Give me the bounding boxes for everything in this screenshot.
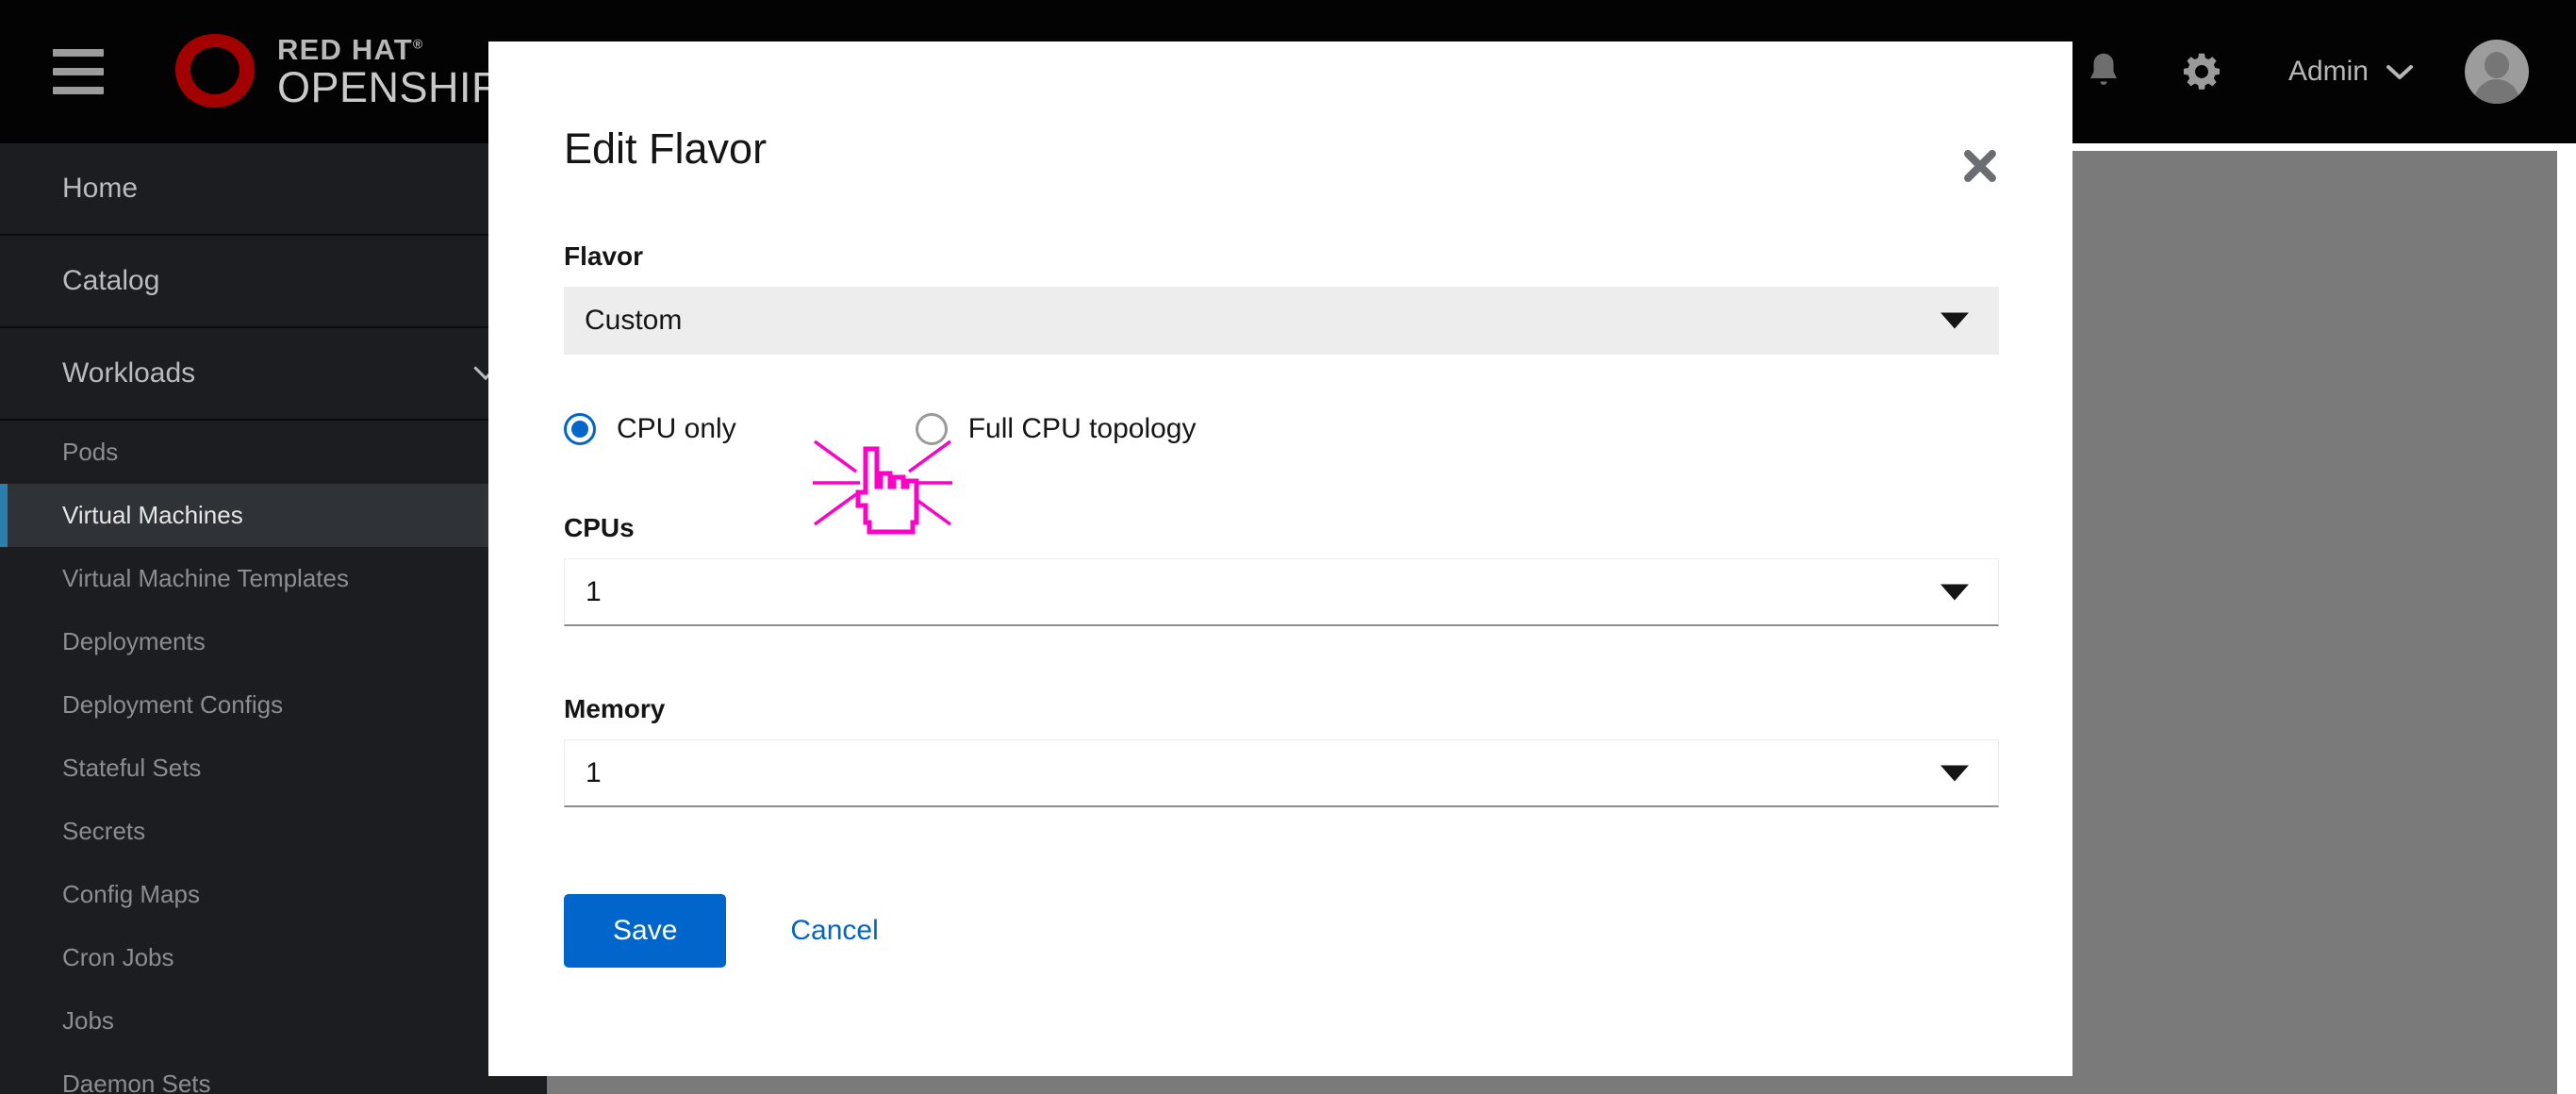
sidebar-item-stateful-sets[interactable]: Stateful Sets bbox=[0, 737, 547, 800]
memory-select-wrap: 1 bbox=[564, 739, 1999, 807]
avatar-head bbox=[2485, 52, 2509, 78]
avatar-body bbox=[2474, 79, 2519, 104]
chevron-down-icon bbox=[2386, 65, 2413, 79]
bell-glyph bbox=[2089, 53, 2117, 85]
masthead-toolbar: Admin bbox=[2055, 0, 2576, 143]
app-root: RED HAT® OPENSHIFT® Admin bbox=[0, 0, 2576, 1094]
sidebar-item-cron-jobs[interactable]: Cron Jobs bbox=[0, 926, 547, 989]
cancel-button[interactable]: Cancel bbox=[790, 915, 878, 947]
hamburger-bar bbox=[53, 49, 104, 57]
brand-redhat-text: RED HAT bbox=[277, 33, 413, 66]
modal-body: Flavor Custom CPU only Full CPU topology bbox=[488, 241, 2072, 968]
brand-logo[interactable]: RED HAT® OPENSHIFT® bbox=[168, 28, 535, 115]
radio-full-cpu-topology[interactable]: Full CPU topology bbox=[915, 413, 1197, 445]
cpus-select[interactable]: 1 bbox=[564, 558, 1999, 626]
gear-glyph bbox=[2183, 53, 2221, 90]
memory-select-value: 1 bbox=[586, 756, 602, 788]
brand-tm-redhat: ® bbox=[412, 36, 424, 52]
sidebar-item-virtual-machine-templates[interactable]: Virtual Machine Templates bbox=[0, 547, 547, 610]
sidebar-item-home[interactable]: Home bbox=[0, 143, 547, 236]
edit-flavor-modal: Edit Flavor Flavor Custom CPU only Full … bbox=[488, 41, 2072, 1076]
flavor-select-value: Custom bbox=[585, 305, 683, 336]
sidebar-item-deployment-configs[interactable]: Deployment Configs bbox=[0, 673, 547, 737]
hamburger-bar bbox=[53, 68, 104, 75]
page-title: Edit Flavor bbox=[564, 124, 768, 173]
sidebar-item-secrets[interactable]: Secrets bbox=[0, 800, 547, 863]
cpus-select-wrap: 1 bbox=[564, 558, 1999, 626]
radio-indicator-unchecked[interactable] bbox=[915, 413, 948, 445]
sidebar-item-label: Home bbox=[62, 173, 139, 204]
sidebar-item-label: Daemon Sets bbox=[62, 1069, 211, 1094]
memory-select[interactable]: 1 bbox=[564, 739, 1999, 807]
cpu-mode-radio-group: CPU only Full CPU topology bbox=[564, 413, 1997, 445]
sidebar-navigation: Home Catalog Workloads Pods Virtual Mach… bbox=[0, 143, 547, 1094]
sidebar-item-label: Catalog bbox=[62, 265, 160, 296]
sidebar-item-virtual-machines[interactable]: Virtual Machines bbox=[0, 484, 547, 547]
sidebar-item-label: Config Maps bbox=[62, 880, 200, 908]
modal-header: Edit Flavor bbox=[488, 41, 2072, 182]
sidebar-item-daemon-sets[interactable]: Daemon Sets bbox=[0, 1053, 547, 1094]
flavor-select[interactable]: Custom bbox=[564, 287, 1999, 355]
caret-down-icon bbox=[1940, 312, 1969, 329]
caret-down-icon bbox=[1940, 584, 1969, 601]
sidebar-item-label: Jobs bbox=[62, 1006, 114, 1035]
sidebar-item-label: Deployments bbox=[62, 627, 206, 655]
sidebar-item-label: Deployment Configs bbox=[62, 690, 284, 719]
close-glyph bbox=[1964, 150, 1996, 182]
user-menu-label: Admin bbox=[2287, 56, 2369, 87]
hamburger-bar bbox=[53, 87, 104, 94]
save-button[interactable]: Save bbox=[564, 894, 727, 968]
sidebar-item-catalog[interactable]: Catalog bbox=[0, 236, 547, 328]
red-hat-hat-icon bbox=[175, 34, 255, 108]
radio-label: CPU only bbox=[617, 413, 736, 444]
sidebar-item-label: Stateful Sets bbox=[62, 754, 202, 782]
caret-down-icon bbox=[1940, 765, 1969, 782]
sidebar-item-label: Workloads bbox=[62, 357, 196, 389]
flavor-select-wrap: Custom bbox=[564, 287, 1999, 355]
user-menu[interactable]: Admin bbox=[2251, 0, 2435, 143]
sidebar-item-label: Cron Jobs bbox=[62, 943, 174, 971]
sidebar-item-deployments[interactable]: Deployments bbox=[0, 610, 547, 673]
close-icon[interactable] bbox=[1954, 140, 2006, 192]
radio-cpu-only[interactable]: CPU only bbox=[564, 413, 736, 445]
radio-indicator-checked[interactable] bbox=[564, 413, 596, 445]
sidebar-item-jobs[interactable]: Jobs bbox=[0, 989, 547, 1053]
sidebar-item-label: Virtual Machine Templates bbox=[62, 564, 349, 592]
sidebar-item-label: Pods bbox=[62, 438, 119, 466]
hamburger-icon[interactable] bbox=[53, 49, 104, 94]
flavor-label: Flavor bbox=[564, 241, 644, 271]
sidebar-item-config-maps[interactable]: Config Maps bbox=[0, 863, 547, 926]
cpus-select-value: 1 bbox=[586, 575, 602, 607]
sidebar-item-workloads[interactable]: Workloads bbox=[0, 328, 547, 421]
modal-footer-actions: Save Cancel bbox=[564, 894, 1997, 968]
radio-label: Full CPU topology bbox=[967, 413, 1197, 444]
avatar[interactable] bbox=[2465, 40, 2529, 104]
memory-label: Memory bbox=[564, 694, 666, 723]
sidebar-item-pods[interactable]: Pods bbox=[0, 421, 547, 484]
cpus-label: CPUs bbox=[564, 513, 635, 542]
sidebar-item-label: Secrets bbox=[62, 817, 146, 845]
brand-openshift-text: OPENSHIFT bbox=[277, 63, 525, 111]
sidebar-item-label: Virtual Machines bbox=[62, 501, 243, 529]
gear-icon[interactable] bbox=[2153, 0, 2251, 143]
